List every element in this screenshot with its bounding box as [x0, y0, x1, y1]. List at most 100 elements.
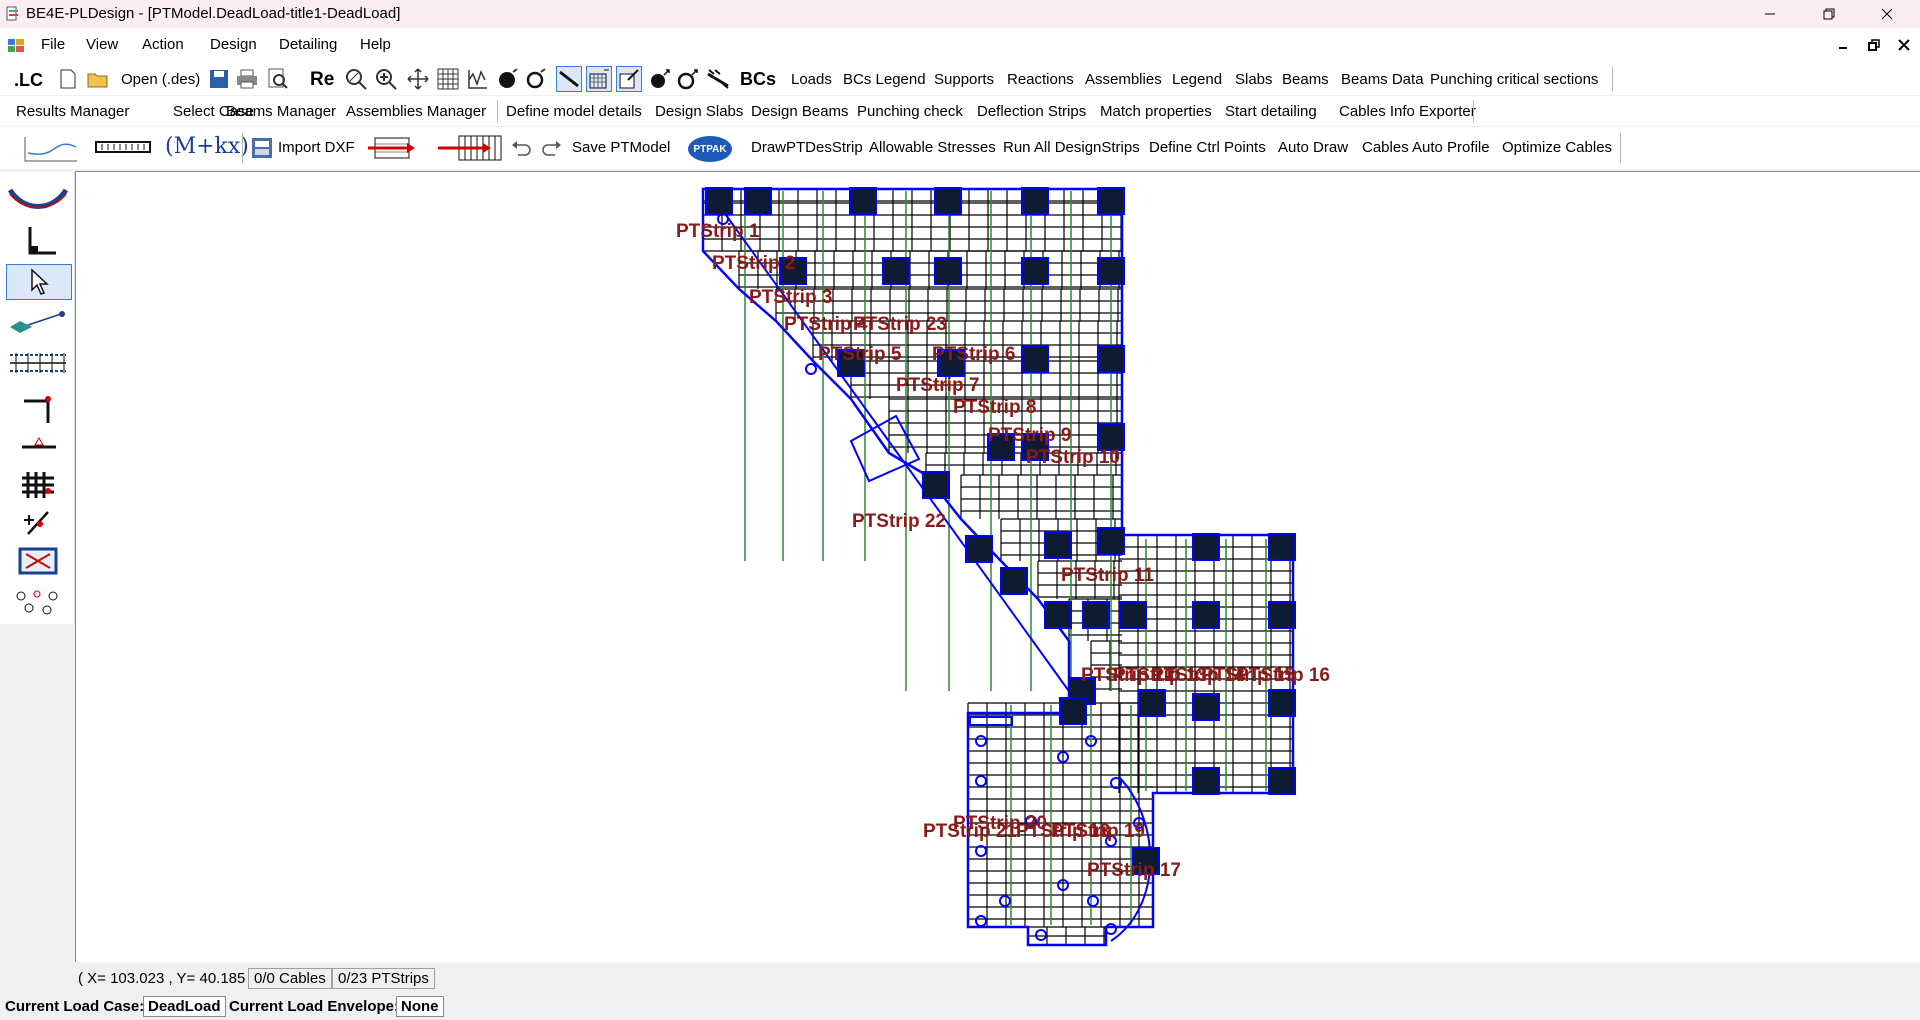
new-file-icon[interactable] [56, 67, 80, 91]
load-case-value[interactable]: DeadLoad [143, 996, 226, 1017]
mdi-close-button[interactable] [1893, 36, 1915, 54]
area-tool-icon[interactable] [586, 66, 612, 92]
pan-icon[interactable] [406, 67, 430, 91]
mdi-document-icon[interactable] [8, 37, 25, 53]
define-ctrl-points-button[interactable]: Define Ctrl Points [1149, 139, 1266, 156]
beams-manager-button[interactable]: Beams Manager [226, 103, 336, 120]
import-dxf-icon[interactable] [250, 136, 274, 160]
line-support-icon[interactable] [6, 428, 70, 462]
print-preview-icon[interactable] [266, 67, 290, 91]
restore-button[interactable] [1800, 0, 1858, 28]
redraw-button[interactable]: Re [310, 69, 334, 91]
opening-icon[interactable] [6, 544, 70, 578]
line-tool-icon[interactable] [556, 66, 582, 92]
design-slabs-button[interactable]: Design Slabs [655, 103, 743, 120]
column-marker [1044, 601, 1072, 629]
rebar-grid-icon[interactable] [6, 468, 70, 502]
mdi-minimize-button[interactable] [1832, 36, 1854, 54]
open-folder-icon[interactable] [86, 67, 110, 91]
auto-draw-button[interactable]: Auto Draw [1278, 139, 1348, 156]
point-cloud-icon[interactable] [6, 584, 70, 618]
support-node-icon[interactable] [648, 67, 672, 91]
menu-action[interactable]: Action [142, 36, 184, 53]
toolbar-separator [242, 133, 243, 163]
menu-file[interactable]: File [41, 36, 65, 53]
run-all-designstrips-button[interactable]: Run All DesignStrips [1003, 139, 1140, 156]
start-detailing-button[interactable]: Start detailing [1225, 103, 1317, 120]
undo-icon[interactable] [509, 136, 533, 160]
import-dxf-button[interactable]: Import DXF [278, 139, 355, 156]
corner-support-icon[interactable] [6, 224, 70, 258]
control-point [1035, 929, 1047, 941]
save-ptmodel-button[interactable]: Save PTModel [572, 139, 670, 156]
column-marker [1097, 187, 1125, 215]
drawing-canvas[interactable]: PTStrip 1 PTStrip 2 PTStrip 3 PTStrip 4 PTSt… [75, 171, 1920, 962]
column-marker [1021, 345, 1049, 373]
formula-button[interactable]: (M+kx) [165, 134, 249, 159]
zoom-window-icon[interactable] [344, 67, 368, 91]
add-point-icon[interactable] [6, 506, 70, 540]
punching-check-button[interactable]: Punching check [857, 103, 963, 120]
cable-curve-icon[interactable] [6, 182, 70, 216]
slabs-button[interactable]: Slabs [1235, 71, 1273, 88]
minimize-button[interactable] [1741, 0, 1799, 28]
strip-label: PTStrip 2 [712, 253, 795, 274]
cable-tool-icon[interactable] [367, 134, 417, 162]
slab-tool-icon[interactable] [616, 66, 642, 92]
save-icon[interactable] [207, 67, 231, 91]
cables-auto-profile-button[interactable]: Cables Auto Profile [1362, 139, 1490, 156]
loads-button[interactable]: Loads [791, 71, 832, 88]
strip-label: PTStrip 22 [852, 511, 946, 532]
member-tool-icon[interactable] [706, 67, 730, 91]
column-icon[interactable] [6, 392, 70, 426]
menu-design[interactable]: Design [210, 36, 257, 53]
plane-tool-icon[interactable] [6, 304, 70, 338]
draw-ptdesstrip-button[interactable]: DrawPTDesStrip [751, 139, 863, 156]
load-envelope-value[interactable]: None [396, 996, 444, 1017]
menu-view[interactable]: View [86, 36, 118, 53]
print-icon[interactable] [235, 67, 259, 91]
open-des-button[interactable]: Open (.des) [121, 71, 200, 88]
bcs-legend-button[interactable]: BCs Legend [843, 71, 926, 88]
grid-icon[interactable] [436, 67, 460, 91]
circle-node-icon[interactable] [524, 67, 548, 91]
menu-help[interactable]: Help [360, 36, 391, 53]
assemblies-manager-button[interactable]: Assemblies Manager [346, 103, 486, 120]
menu-detailing[interactable]: Detailing [279, 36, 337, 53]
supports-button[interactable]: Supports [934, 71, 994, 88]
deflection-strips-button[interactable]: Deflection Strips [977, 103, 1086, 120]
ptpak-logo[interactable]: PTPAK [688, 136, 732, 162]
results-manager-button[interactable]: Results Manager [16, 103, 129, 120]
cables-info-exporter-button[interactable]: Cables Info Exporter [1339, 103, 1476, 120]
reactions-button[interactable]: Reactions [1007, 71, 1074, 88]
strip-grid-icon[interactable] [6, 346, 70, 380]
redo-icon[interactable] [540, 136, 564, 160]
multi-cable-tool-icon[interactable] [437, 134, 503, 162]
axes-icon[interactable] [466, 67, 490, 91]
beams-data-button[interactable]: Beams Data [1341, 71, 1424, 88]
beams-button[interactable]: Beams [1282, 71, 1329, 88]
strip-label: PTStrip 23 [853, 314, 947, 335]
beam-section-icon[interactable] [94, 136, 152, 158]
mdi-restore-button[interactable] [1863, 36, 1885, 54]
punching-critical-sections-button[interactable]: Punching critical sections [1430, 71, 1598, 88]
close-button[interactable] [1858, 0, 1916, 28]
cable-profile-icon[interactable] [22, 133, 80, 163]
control-point [1105, 923, 1117, 935]
load-case-button[interactable]: .LC [14, 70, 43, 91]
legend-button[interactable]: Legend [1172, 71, 1222, 88]
bcs-button[interactable]: BCs [740, 69, 776, 90]
toolbar-managers: Results Manager Select Case Beams Manage… [0, 96, 1920, 126]
define-model-details-button[interactable]: Define model details [506, 103, 642, 120]
select-pointer-icon[interactable] [6, 264, 72, 300]
assemblies-button[interactable]: Assemblies [1085, 71, 1162, 88]
menu-bar: File View Action Design Detailing Help [0, 28, 1920, 62]
node-icon[interactable] [496, 67, 520, 91]
hinge-node-icon[interactable] [676, 67, 700, 91]
column-marker [1000, 567, 1028, 595]
optimize-cables-button[interactable]: Optimize Cables [1502, 139, 1612, 156]
design-beams-button[interactable]: Design Beams [751, 103, 849, 120]
match-properties-button[interactable]: Match properties [1100, 103, 1212, 120]
zoom-in-icon[interactable] [374, 67, 398, 91]
allowable-stresses-button[interactable]: Allowable Stresses [869, 139, 996, 156]
